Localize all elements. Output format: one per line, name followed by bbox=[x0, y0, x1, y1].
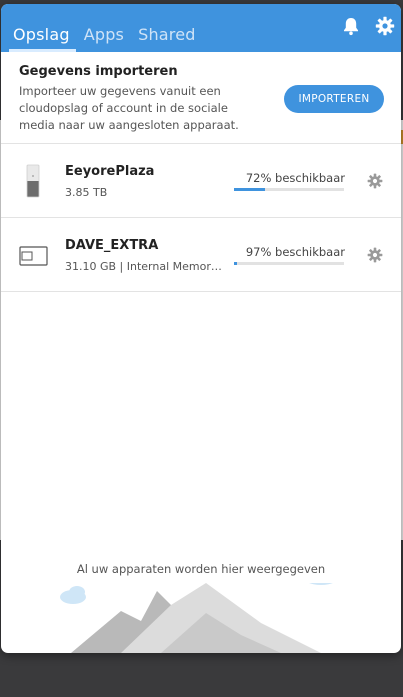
device-row[interactable]: DAVE_EXTRA 31.10 GB | Internal Memory...… bbox=[1, 218, 401, 292]
gear-icon[interactable] bbox=[375, 16, 395, 36]
tab-opslag[interactable]: Opslag bbox=[7, 25, 76, 52]
screen: Opslag Apps Shared Gegevens importeren I… bbox=[0, 0, 403, 697]
external-drive-icon bbox=[19, 246, 48, 266]
storage-popup: Opslag Apps Shared Gegevens importeren I… bbox=[1, 4, 401, 653]
device-capacity: 3.85 TB bbox=[65, 186, 108, 199]
cloud-icon bbox=[60, 586, 86, 604]
top-actions bbox=[341, 16, 395, 36]
device-name: DAVE_EXTRA bbox=[65, 238, 159, 253]
import-title: Gegevens importeren bbox=[19, 64, 178, 79]
availability-text: 72% beschikbaar bbox=[245, 171, 345, 185]
cloud-icon bbox=[309, 583, 333, 585]
usage-bar-fill bbox=[234, 188, 265, 191]
bell-icon[interactable] bbox=[341, 16, 361, 36]
availability-text: 97% beschikbaar bbox=[245, 245, 345, 259]
top-bar: Opslag Apps Shared bbox=[1, 4, 401, 52]
mountains-illustration bbox=[60, 583, 333, 653]
tab-shared[interactable]: Shared bbox=[132, 25, 202, 52]
usage-bar bbox=[234, 262, 344, 265]
device-settings-icon[interactable] bbox=[367, 173, 383, 189]
empty-state-note: Al uw apparaten worden hier weergegeven bbox=[76, 562, 326, 576]
device-capacity: 31.10 GB | Internal Memory... bbox=[65, 260, 225, 273]
import-section: Gegevens importeren Importeer uw gegeven… bbox=[1, 52, 401, 144]
device-settings-icon[interactable] bbox=[367, 247, 383, 263]
device-name: EeyorePlaza bbox=[65, 164, 155, 179]
import-button[interactable]: IMPORTEREN bbox=[284, 85, 384, 113]
import-description: Importeer uw gegevens vanuit een cloudop… bbox=[19, 84, 239, 132]
tab-apps[interactable]: Apps bbox=[78, 25, 130, 52]
nas-drive-icon bbox=[26, 164, 40, 198]
usage-bar bbox=[234, 188, 344, 191]
usage-bar-fill bbox=[234, 262, 238, 265]
device-row[interactable]: EeyorePlaza 3.85 TB 72% beschikbaar bbox=[1, 144, 401, 218]
